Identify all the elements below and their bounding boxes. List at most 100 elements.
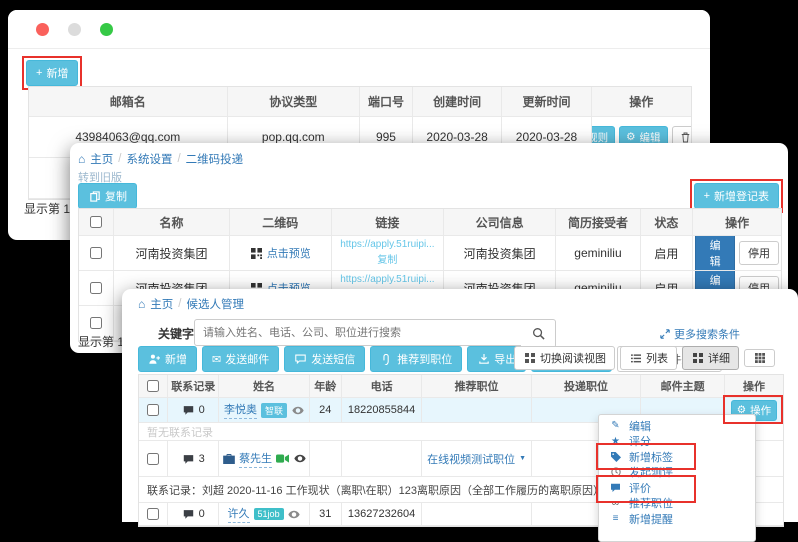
- view-switch-bar: 切换阅读视图 列表 详细: [514, 346, 775, 370]
- receiver-cell: geminiliu: [556, 236, 640, 270]
- select-all-checkbox[interactable]: [90, 216, 102, 228]
- add-registration-form-button[interactable]: +新增登记表: [694, 183, 779, 209]
- paperclip-icon: [380, 354, 393, 365]
- window-titlebar: [8, 10, 710, 49]
- sms-icon: [294, 354, 307, 364]
- age-cell: [310, 441, 342, 476]
- candidate-name-link[interactable]: 许久: [228, 505, 250, 523]
- menu-item-recommend-job[interactable]: ∞ 推荐职位: [599, 496, 755, 512]
- row-checkbox[interactable]: [147, 404, 159, 416]
- add-mailbox-button[interactable]: +新增: [26, 60, 78, 86]
- name-cell: 李悦奥 智联: [219, 398, 309, 422]
- row-checkbox[interactable]: [90, 317, 102, 329]
- select-all-checkbox[interactable]: [147, 380, 159, 392]
- breadcrumb: ⌂ 主页 / 系统设置 / 二维码投递: [78, 151, 243, 167]
- menu-item-comment[interactable]: 评价: [599, 480, 755, 496]
- eye-icon[interactable]: [291, 406, 304, 415]
- col-header: 操作: [592, 87, 691, 116]
- qr-preview-cell: 点击预览: [230, 236, 332, 270]
- row-checkbox[interactable]: [90, 282, 102, 294]
- candidate-name-link[interactable]: 蔡先生: [239, 450, 272, 468]
- disable-button[interactable]: 停用: [739, 241, 779, 265]
- qr-icon: [250, 248, 263, 259]
- grid-icon: [691, 353, 704, 363]
- col-header: 邮箱名: [29, 87, 228, 116]
- col-header: 状态: [641, 209, 694, 235]
- col-header: 推荐职位: [422, 375, 531, 397]
- switch-reading-view-button[interactable]: 切换阅读视图: [514, 346, 615, 370]
- edit-button[interactable]: 编辑: [695, 236, 735, 270]
- row-checkbox[interactable]: [147, 508, 159, 520]
- envelope-icon: ✉: [212, 353, 221, 366]
- list-view-button[interactable]: 列表: [620, 346, 677, 370]
- add-candidate-button[interactable]: 新增: [138, 346, 197, 372]
- col-header: 创建时间: [413, 87, 502, 116]
- breadcrumb-candidates[interactable]: 候选人管理: [186, 296, 244, 312]
- clock-icon: [609, 467, 622, 477]
- person-add-icon: [148, 354, 161, 364]
- menu-item-start-assessment[interactable]: 发起测评: [599, 465, 755, 481]
- col-header: 协议类型: [228, 87, 360, 116]
- close-dot-icon[interactable]: [36, 23, 49, 36]
- table-row: 河南投资集团 点击预览 https://apply.51ruipi... 复制 …: [79, 236, 781, 271]
- breadcrumb-home[interactable]: 主页: [150, 296, 173, 312]
- breadcrumb-home[interactable]: 主页: [90, 151, 113, 167]
- col-header: 更新时间: [502, 87, 591, 116]
- qr-preview-link[interactable]: 点击预览: [267, 245, 311, 261]
- more-search-filters-link[interactable]: 更多搜索条件: [660, 326, 740, 342]
- menu-item-edit[interactable]: ✎ 编辑: [599, 418, 755, 434]
- recommended-job-cell: [422, 398, 531, 422]
- home-icon: ⌂: [138, 297, 145, 311]
- list-icon: [629, 354, 642, 363]
- minimize-dot-icon[interactable]: [68, 23, 81, 36]
- col-header: 姓名: [219, 375, 309, 397]
- copy-link[interactable]: 复制: [377, 255, 397, 267]
- menu-item-score[interactable]: ★ 评分: [599, 434, 755, 450]
- detail-view-button[interactable]: 详细: [682, 346, 739, 370]
- search-button[interactable]: [521, 319, 556, 348]
- source-badge: 51job: [254, 508, 284, 520]
- row-checkbox[interactable]: [90, 247, 102, 259]
- eye-icon[interactable]: [288, 510, 301, 519]
- grid-icon: [523, 353, 536, 363]
- col-header: 联系记录: [168, 375, 220, 397]
- expand-filters-icon: [660, 329, 670, 339]
- name-cell: 河南投资集团: [114, 236, 230, 270]
- breadcrumb-qrcode[interactable]: 二维码投递: [186, 151, 244, 167]
- chevron-down-icon[interactable]: ▼: [519, 455, 526, 462]
- send-email-button[interactable]: ✉发送邮件: [202, 346, 279, 372]
- send-sms-button[interactable]: 发送短信: [284, 346, 365, 372]
- contact-count-cell[interactable]: 3: [168, 441, 220, 476]
- briefcase-icon: [222, 454, 235, 464]
- source-badge: 智联: [261, 403, 287, 418]
- star-icon: ★: [609, 436, 622, 447]
- breadcrumb-system-settings[interactable]: 系统设置: [126, 151, 172, 167]
- download-icon: [477, 354, 490, 364]
- candidate-name-link[interactable]: 李悦奥: [224, 401, 257, 419]
- apply-url-link[interactable]: https://apply.51ruipi...: [340, 274, 434, 286]
- col-header: 邮件主题: [641, 375, 725, 397]
- col-header: 链接: [332, 209, 444, 235]
- contact-count-cell[interactable]: 0: [168, 398, 220, 422]
- chat-bubble-icon: [182, 405, 195, 415]
- pencil-icon: ✎: [609, 420, 622, 431]
- recommended-job-cell: 在线视频测试职位 ▼: [422, 441, 531, 476]
- phone-cell: 18220855844: [342, 398, 423, 422]
- copy-icon: [88, 191, 101, 202]
- keyword-search-input[interactable]: [194, 319, 530, 346]
- col-header: 操作: [725, 375, 783, 397]
- menu-item-add-reminder[interactable]: ≡ 新增提醒: [599, 511, 755, 527]
- copy-button[interactable]: 复制: [78, 183, 137, 209]
- recommend-to-job-button[interactable]: 推荐到职位: [370, 346, 462, 372]
- link-icon: ∞: [609, 498, 622, 509]
- grid-view-button[interactable]: [744, 349, 775, 367]
- row-checkbox[interactable]: [147, 453, 159, 465]
- apply-url-link[interactable]: https://apply.51ruipi...: [340, 239, 434, 251]
- menu-item-add-tag[interactable]: 新增标签: [599, 449, 755, 465]
- maximize-dot-icon[interactable]: [100, 23, 113, 36]
- recommended-job-link[interactable]: 在线视频测试职位: [427, 451, 515, 467]
- plus-icon: +: [704, 190, 710, 202]
- age-cell: 24: [310, 398, 342, 422]
- eye-icon[interactable]: [293, 454, 306, 463]
- video-icon: [276, 454, 289, 463]
